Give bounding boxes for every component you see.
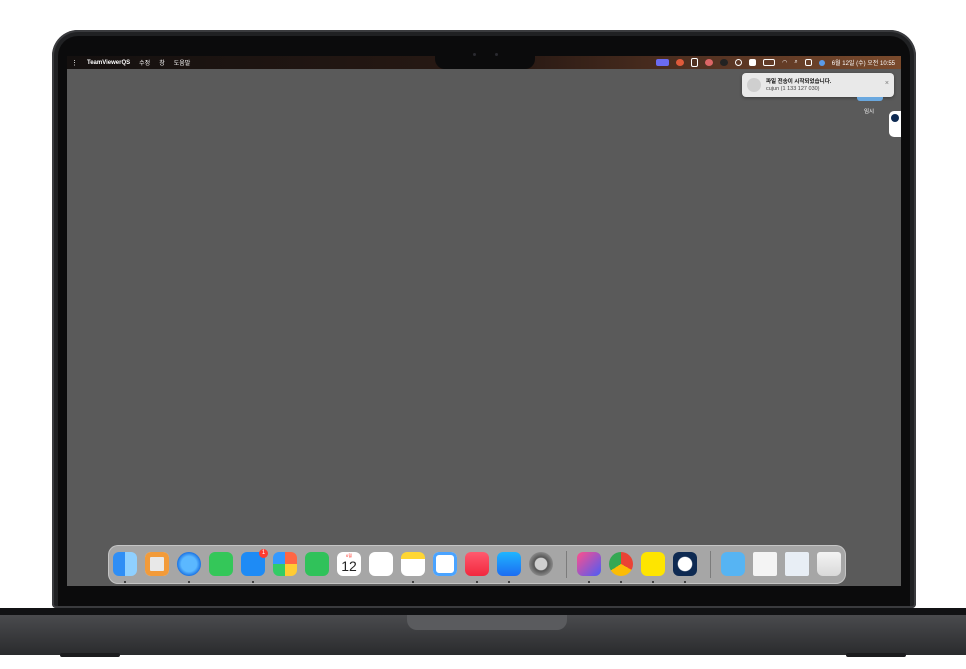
laptop-foot [846, 653, 906, 657]
app-status-icon[interactable] [676, 59, 685, 66]
input-source-icon[interactable] [749, 59, 757, 66]
calendar-day: 12 [341, 558, 357, 574]
camera-lens [495, 53, 498, 56]
freeform-icon[interactable] [433, 552, 457, 576]
user-avatar-icon [747, 78, 761, 92]
music-icon[interactable] [465, 552, 489, 576]
teamviewer-side-tab[interactable] [889, 111, 901, 137]
running-indicator [684, 581, 686, 583]
launchpad-icon[interactable] [145, 552, 169, 576]
temp-folder-tab[interactable] [857, 97, 883, 101]
chrome-icon[interactable] [609, 552, 633, 576]
system-settings-icon[interactable] [529, 552, 553, 576]
notification-subtitle: cujun (1 133 127 030) [766, 86, 820, 92]
dock-separator [566, 551, 567, 578]
battery-icon[interactable] [763, 59, 776, 66]
running-indicator [252, 581, 254, 583]
document-icon[interactable] [785, 552, 809, 576]
mail-badge: 1 [259, 549, 268, 558]
reminders-icon[interactable] [369, 552, 393, 576]
calendar-icon[interactable]: 6월 12 [337, 552, 361, 576]
running-indicator [412, 581, 414, 583]
running-indicator [188, 581, 190, 583]
notification-banner[interactable]: 파일 전송이 시작되었습니다. cujun (1 133 127 030) × [742, 73, 894, 97]
running-indicator [476, 581, 478, 583]
running-indicator [652, 581, 654, 583]
menu-edit[interactable]: 수정 [139, 58, 150, 67]
desktop: ⋮ TeamViewerQS 수정 창 도움말 ◠ ⌕ 6월 12일 (수) 오… [67, 56, 901, 586]
notes-icon[interactable] [401, 552, 425, 576]
laptop-foot [60, 653, 120, 657]
dock: 1 6월 12 [108, 545, 846, 584]
temp-label: 임시 [864, 109, 875, 115]
trash-icon[interactable] [817, 552, 841, 576]
photos-icon[interactable] [273, 552, 297, 576]
shortcuts-icon[interactable] [577, 552, 601, 576]
safari-icon[interactable] [177, 552, 201, 576]
notification-title: 파일 전송이 시작되었습니다. [766, 79, 832, 85]
finder-icon[interactable] [113, 552, 137, 576]
mail-icon[interactable]: 1 [241, 549, 268, 576]
base-notch [407, 615, 567, 630]
screen-share-icon[interactable] [656, 59, 670, 66]
teamviewer-icon[interactable] [673, 552, 697, 576]
clock-icon[interactable] [735, 59, 743, 66]
siri-icon[interactable] [818, 59, 825, 66]
app-store-icon[interactable] [497, 552, 521, 576]
dock-separator [710, 551, 711, 578]
menu-help[interactable]: 도움말 [174, 58, 191, 67]
camera-sensor [473, 53, 476, 56]
running-indicator [588, 581, 590, 583]
running-indicator [124, 581, 126, 583]
control-center-icon[interactable] [804, 59, 812, 66]
running-indicator [508, 581, 510, 583]
close-icon[interactable]: × [885, 80, 889, 87]
running-indicator [620, 581, 622, 583]
messages-icon[interactable] [209, 552, 233, 576]
menu-window[interactable]: 창 [159, 58, 165, 67]
clipboard-icon[interactable] [691, 58, 699, 67]
kakaotalk-icon[interactable] [641, 552, 665, 576]
spotlight-icon[interactable]: ⌕ [794, 59, 797, 66]
downloads-folder-icon[interactable] [721, 552, 745, 576]
eye-icon[interactable] [720, 59, 729, 66]
camera-notch [435, 36, 535, 69]
teamviewer-icon [891, 114, 899, 122]
apple-menu-icon[interactable]: ⋮ [71, 59, 78, 67]
cloud-icon[interactable] [705, 59, 714, 66]
clock[interactable]: 6월 12일 (수) 오전 10:55 [832, 58, 895, 67]
document-icon[interactable] [753, 552, 777, 576]
wifi-icon[interactable]: ◠ [782, 59, 787, 66]
app-menu[interactable]: TeamViewerQS [87, 60, 130, 66]
facetime-icon[interactable] [305, 552, 329, 576]
